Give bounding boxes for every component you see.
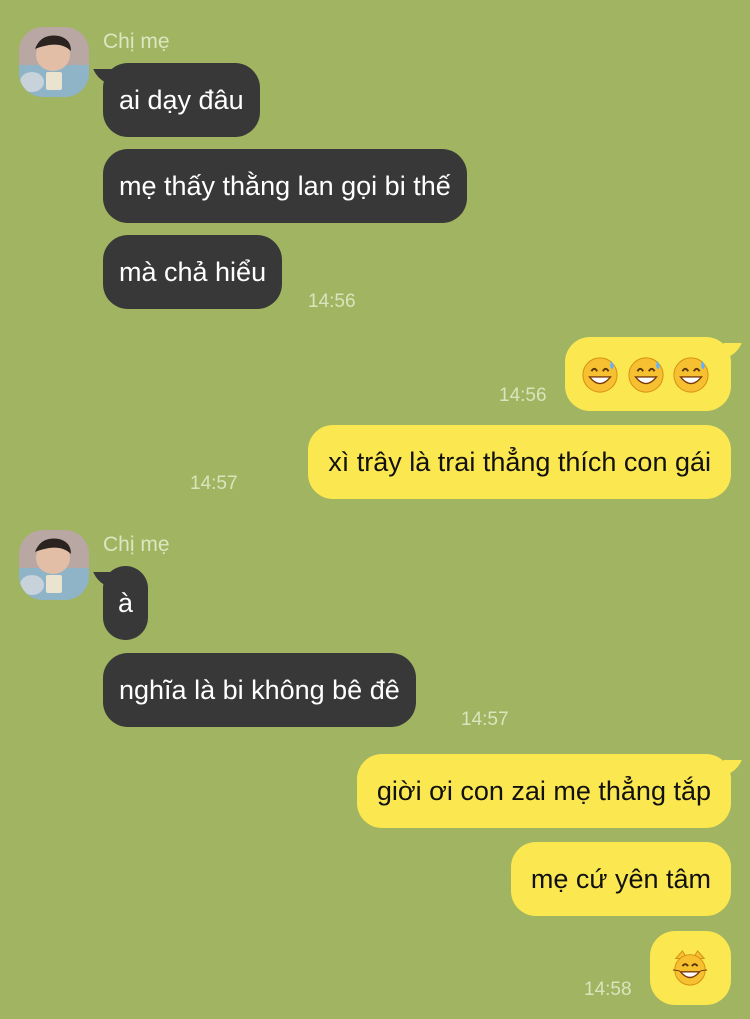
incoming-message[interactable]: nghĩa là bi không bê đê <box>103 653 416 727</box>
message-text: mẹ cứ yên tâm <box>530 864 711 894</box>
grinning-face-with-sweat-icon <box>582 357 618 393</box>
message-timestamp: 14:57 <box>461 709 509 730</box>
outgoing-message[interactable]: xì trây là trai thẳng thích con gái <box>308 425 731 499</box>
outgoing-emoji-message[interactable] <box>650 931 731 1005</box>
grinning-face-with-sweat-icon <box>673 357 709 393</box>
message-text: à <box>118 588 134 618</box>
message-text: nghĩa là bi không bê đê <box>119 675 400 705</box>
incoming-message[interactable]: mẹ thấy thằng lan gọi bi thế <box>103 149 467 223</box>
avatar-photo-icon <box>19 530 89 600</box>
sender-name: Chị mẹ <box>103 533 170 556</box>
outgoing-emoji-message[interactable] <box>565 337 731 411</box>
message-timestamp: 14:57 <box>190 473 238 494</box>
avatar-photo-icon <box>19 27 89 97</box>
sender-avatar[interactable] <box>19 530 89 600</box>
message-timestamp: 14:56 <box>308 291 356 312</box>
chat-thread[interactable]: Chị mẹ ai dạy đâu mẹ thấy thằng lan gọi … <box>0 0 750 1019</box>
message-text: mẹ thấy thằng lan gọi bi thế <box>119 171 451 201</box>
message-timestamp: 14:58 <box>584 979 632 1000</box>
message-text: giời ơi con zai mẹ thẳng tắp <box>376 776 711 806</box>
incoming-message[interactable]: à <box>103 566 149 640</box>
sender-avatar[interactable] <box>19 27 89 97</box>
outgoing-message[interactable]: mẹ cứ yên tâm <box>510 842 731 916</box>
message-text: ai dạy đâu <box>119 85 244 115</box>
grinning-face-with-sweat-icon <box>627 357 664 393</box>
incoming-message[interactable]: ai dạy đâu <box>103 63 260 137</box>
sender-name: Chị mẹ <box>103 30 170 53</box>
outgoing-message[interactable]: giời ơi con zai mẹ thẳng tắp <box>356 754 731 828</box>
grinning-cat-face-icon <box>672 950 708 986</box>
incoming-message[interactable]: mà chả hiểu <box>103 235 283 309</box>
message-text: mà chả hiểu <box>119 257 267 287</box>
message-text: xì trây là trai thẳng thích con gái <box>328 447 711 477</box>
message-timestamp: 14:56 <box>499 385 547 406</box>
